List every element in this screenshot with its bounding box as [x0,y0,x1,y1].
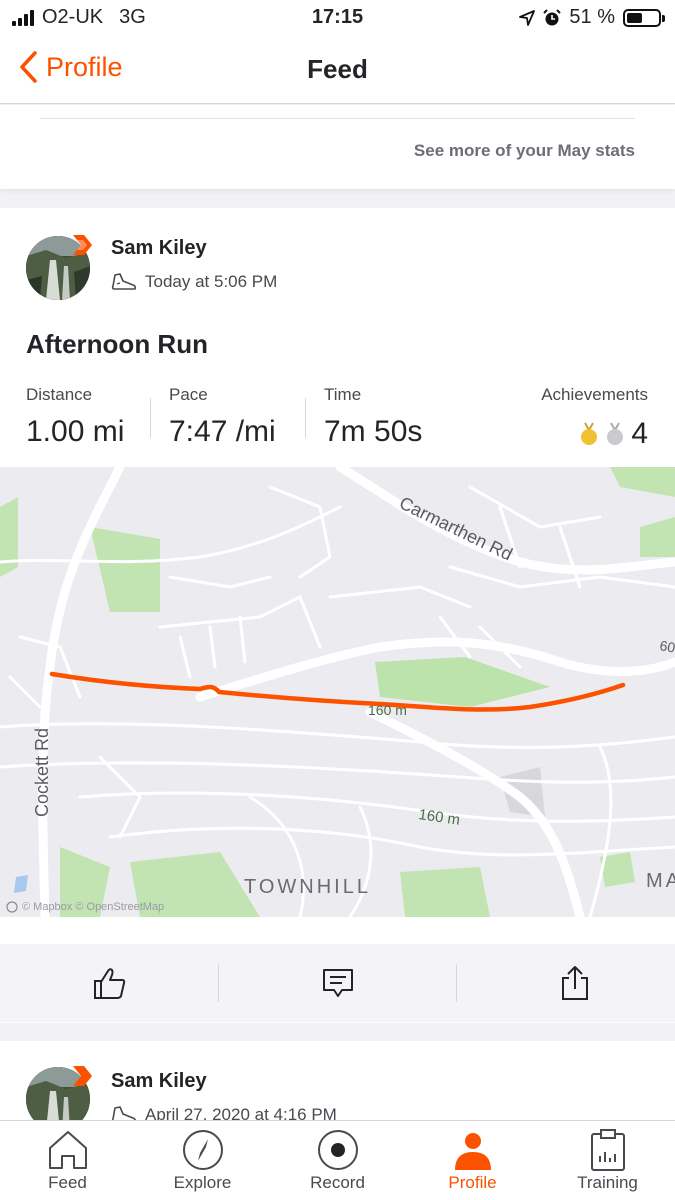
map-label-edge: MA [646,870,675,892]
run-shoe-icon [111,1106,137,1121]
tab-label: Record [310,1173,365,1192]
info-icon [6,901,18,913]
activity-card-next[interactable]: Sam Kiley April 27, 2020 at 4:16 PM [0,1041,675,1121]
silver-medal-icon [607,422,624,445]
tab-label: Feed [48,1173,87,1192]
water-area [14,875,28,893]
stat-distance: Distance 1.00 mi [26,385,124,449]
stat-divider [150,398,151,438]
subscriber-badge-icon [73,235,92,255]
activity-actions [0,944,675,1022]
tab-label: Training [577,1173,638,1192]
nav-bar: Profile Feed [0,36,675,104]
tab-label: Profile [448,1173,497,1192]
battery-level [627,12,643,23]
tab-feed[interactable]: Feed [0,1127,135,1193]
stat-achievements: Achievements 4 [541,385,648,451]
athlete-name[interactable]: Sam Kiley [111,1070,207,1093]
activity-time: Today at 5:06 PM [145,272,278,291]
location-icon [519,9,536,26]
activity-title[interactable]: Afternoon Run [26,329,208,360]
map-label-area: TOWNHILL [244,876,371,898]
map-canvas: Carmarthen Rd Cockett Rd Cockett Rd TOWN… [0,467,675,917]
divider [40,118,635,119]
status-bar: O2-UK 3G 17:15 51 % [0,0,675,36]
map-label-cockett-rd: Cockett Rd [32,728,52,817]
stat-value: 7m 50s [324,415,423,448]
tab-explore[interactable]: Explore [135,1127,270,1193]
see-more-stats-link[interactable]: See more of your May stats [414,141,635,161]
stat-label: Pace [169,385,208,404]
attribution-text: © Mapbox © OpenStreetMap [22,901,165,913]
comment-button[interactable] [228,944,448,1022]
activity-time: April 27, 2020 at 4:16 PM [145,1105,337,1121]
achievement-count: 4 [631,417,648,450]
stat-label: Time [324,385,362,404]
subscriber-badge-icon [73,1066,92,1086]
battery-icon [623,8,665,27]
route-map[interactable]: Carmarthen Rd Cockett Rd Cockett Rd TOWN… [0,467,675,917]
home-icon [48,1131,87,1169]
tab-record[interactable]: Record [270,1127,405,1193]
clipboard-icon [590,1129,625,1171]
chevron-left-icon [20,51,37,83]
stat-pace: Pace 7:47 /mi [169,385,276,449]
tab-profile[interactable]: Profile [405,1127,540,1193]
share-icon [562,966,588,1000]
map-attribution[interactable]: © Mapbox © OpenStreetMap [6,901,164,913]
alarm-icon [543,8,562,25]
stat-divider [305,398,306,438]
park-area [400,867,490,917]
tab-bar: Feed Explore Record Profile Training [0,1120,675,1200]
comment-icon [323,969,353,997]
compass-icon [182,1130,223,1170]
thumbs-up-icon [94,968,126,999]
back-button[interactable]: Profile [18,50,123,84]
gold-medal-icon [581,422,598,445]
stat-time: Time 7m 50s [324,385,422,449]
stat-label: Distance [26,385,93,404]
activity-card[interactable]: Sam Kiley Today at 5:06 PM Afternoon Run… [0,208,675,1023]
map-label-elevation-partial: 160 m [368,702,407,718]
action-divider [218,964,219,1002]
athlete-name[interactable]: Sam Kiley [111,237,207,260]
tab-label: Explore [173,1173,232,1192]
stat-value: 7:47 /mi [169,415,276,448]
map-label-road-number: 60 [658,637,675,655]
action-divider [456,964,457,1002]
stat-label: Achievements [541,385,648,404]
park-area [0,497,18,577]
tab-training[interactable]: Training [540,1127,675,1193]
monthly-stats-card: See more of your May stats [0,105,675,189]
run-shoe-icon [111,273,137,290]
battery-percent: 51 % [569,6,615,28]
share-button[interactable] [465,944,675,1022]
person-icon [454,1133,491,1170]
back-label: Profile [46,51,123,82]
record-icon [317,1130,358,1170]
stat-value: 1.00 mi [26,415,125,448]
kudos-button[interactable] [0,944,220,1022]
